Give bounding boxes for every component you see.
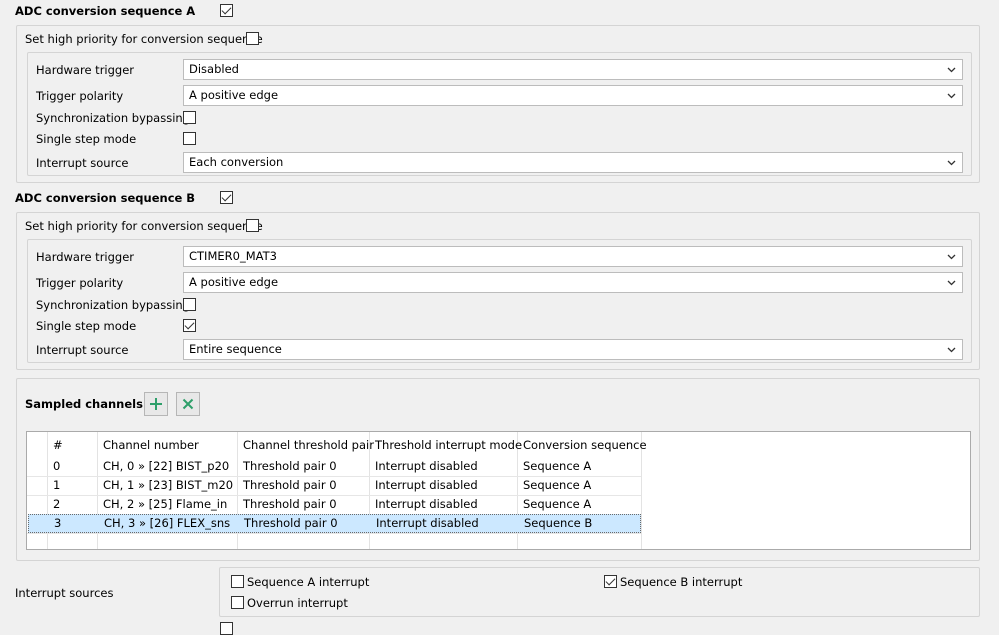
column-header-threshold-pair[interactable]: Channel threshold pair [243,438,374,452]
column-header-conversion-sequence[interactable]: Conversion sequence [523,438,647,452]
seq-b-hw-trigger-select[interactable]: CTIMER0_MAT3 [183,246,963,267]
seq-a-sync-checkbox[interactable] [183,111,196,124]
seq-a-high-priority-label: Set high priority for conversion sequenc… [25,32,263,46]
row-conversion-sequence: Sequence A [523,459,592,473]
seq-a-interrupt-checkbox[interactable] [231,575,244,588]
seq-a-hw-trigger-value: Disabled [189,62,239,76]
row-divider [27,533,641,534]
row-interrupt-mode: Interrupt disabled [375,478,478,492]
seq-b-settings-group: Hardware trigger CTIMER0_MAT3 Trigger po… [27,239,972,363]
seq-a-single-step-checkbox[interactable] [183,132,196,145]
row-index: 1 [53,478,61,492]
row-threshold-pair: Threshold pair 0 [243,459,337,473]
row-interrupt-mode: Interrupt disabled [376,516,479,530]
overrun-interrupt-label: Overrun interrupt [247,596,348,610]
seq-b-hw-trigger-label: Hardware trigger [36,250,135,264]
overrun-interrupt-checkbox[interactable] [231,596,244,609]
column-header-interrupt-mode[interactable]: Threshold interrupt mode [375,438,522,452]
seq-b-hw-trigger-value: CTIMER0_MAT3 [189,249,277,263]
seq-b-interrupt-label: Sequence B interrupt [620,575,743,589]
seq-b-interrupt-label: Interrupt source [36,343,129,357]
row-channel-number: CH, 1 » [23] BIST_m20 [103,478,234,492]
row-index: 0 [53,459,61,473]
row-channel-number: CH, 3 » [26] FLEX_sns [104,516,231,530]
seq-a-interrupt-label: Sequence A interrupt [247,575,370,589]
interrupt-sources-group: Sequence A interrupt Sequence B interrup… [219,567,980,617]
chevron-down-icon [947,347,956,353]
chevron-down-icon [947,254,956,260]
seq-b-interrupt-select[interactable]: Entire sequence [183,339,963,360]
seq-b-polarity-select[interactable]: A positive edge [183,272,963,293]
row-conversion-sequence: Sequence A [523,497,592,511]
row-conversion-sequence: Sequence A [523,478,592,492]
row-channel-number: CH, 0 » [22] BIST_p20 [103,459,230,473]
row-index: 3 [54,516,62,530]
seq-a-high-priority-checkbox[interactable] [246,32,259,45]
seq-b-group: Set high priority for conversion sequenc… [16,212,980,370]
seq-b-single-step-label: Single step mode [36,319,137,333]
column-header-channel-number[interactable]: Channel number [103,438,199,452]
seq-a-title: ADC conversion sequence A [15,4,196,18]
seq-a-polarity-select[interactable]: A positive edge [183,85,963,106]
row-index: 2 [53,497,61,511]
seq-a-settings-group: Hardware trigger Disabled Trigger polari… [27,52,972,176]
row-threshold-pair: Threshold pair 0 [243,497,337,511]
cut-off-checkbox[interactable] [220,622,233,635]
table-row-selected[interactable]: 3 CH, 3 » [26] FLEX_sns Threshold pair 0… [28,514,641,533]
row-channel-number: CH, 2 » [25] Flame_in [103,497,228,511]
chevron-down-icon [947,280,956,286]
row-threshold-pair: Threshold pair 0 [244,516,338,530]
row-threshold-pair: Threshold pair 0 [243,478,337,492]
seq-b-sync-checkbox[interactable] [183,298,196,311]
seq-b-single-step-checkbox[interactable] [183,319,196,332]
interrupt-sources-label: Interrupt sources [15,586,114,600]
plus-icon [150,398,162,410]
column-header-index[interactable]: # [53,438,63,452]
seq-b-high-priority-label: Set high priority for conversion sequenc… [25,219,263,233]
add-channel-button[interactable] [144,392,168,416]
seq-b-polarity-value: A positive edge [189,275,279,289]
channels-table[interactable]: # Channel number Channel threshold pair … [26,431,971,550]
seq-a-hw-trigger-select[interactable]: Disabled [183,59,963,80]
seq-a-single-step-label: Single step mode [36,132,137,146]
seq-b-sync-label: Synchronization bypassing [36,298,190,312]
seq-a-polarity-label: Trigger polarity [36,89,124,103]
chevron-down-icon [947,93,956,99]
x-icon [182,398,194,410]
row-interrupt-mode: Interrupt disabled [375,459,478,473]
seq-a-sync-label: Synchronization bypassing [36,111,190,125]
seq-a-interrupt-select[interactable]: Each conversion [183,152,963,173]
seq-a-interrupt-value: Each conversion [189,155,284,169]
sampled-channels-group: Sampled channels # Channel number Channe… [16,378,980,561]
seq-a-hw-trigger-label: Hardware trigger [36,63,135,77]
seq-b-interrupt-checkbox[interactable] [604,575,617,588]
seq-a-enable-checkbox[interactable] [220,4,233,17]
seq-b-title: ADC conversion sequence B [15,191,196,205]
table-row[interactable]: 2 CH, 2 » [25] Flame_in Threshold pair 0… [27,495,641,514]
row-conversion-sequence: Sequence B [524,516,593,530]
seq-a-group: Set high priority for conversion sequenc… [16,25,980,183]
table-row[interactable]: 1 CH, 1 » [23] BIST_m20 Threshold pair 0… [27,476,641,495]
seq-b-polarity-label: Trigger polarity [36,276,124,290]
row-interrupt-mode: Interrupt disabled [375,497,478,511]
seq-a-interrupt-label: Interrupt source [36,156,129,170]
seq-a-polarity-value: A positive edge [189,88,279,102]
remove-channel-button[interactable] [176,392,200,416]
seq-b-interrupt-value: Entire sequence [189,342,282,356]
sampled-channels-title: Sampled channels [25,397,143,411]
seq-b-high-priority-checkbox[interactable] [246,219,259,232]
seq-b-enable-checkbox[interactable] [220,191,233,204]
chevron-down-icon [947,67,956,73]
chevron-down-icon [947,160,956,166]
table-row[interactable]: 0 CH, 0 » [22] BIST_p20 Threshold pair 0… [27,457,641,476]
